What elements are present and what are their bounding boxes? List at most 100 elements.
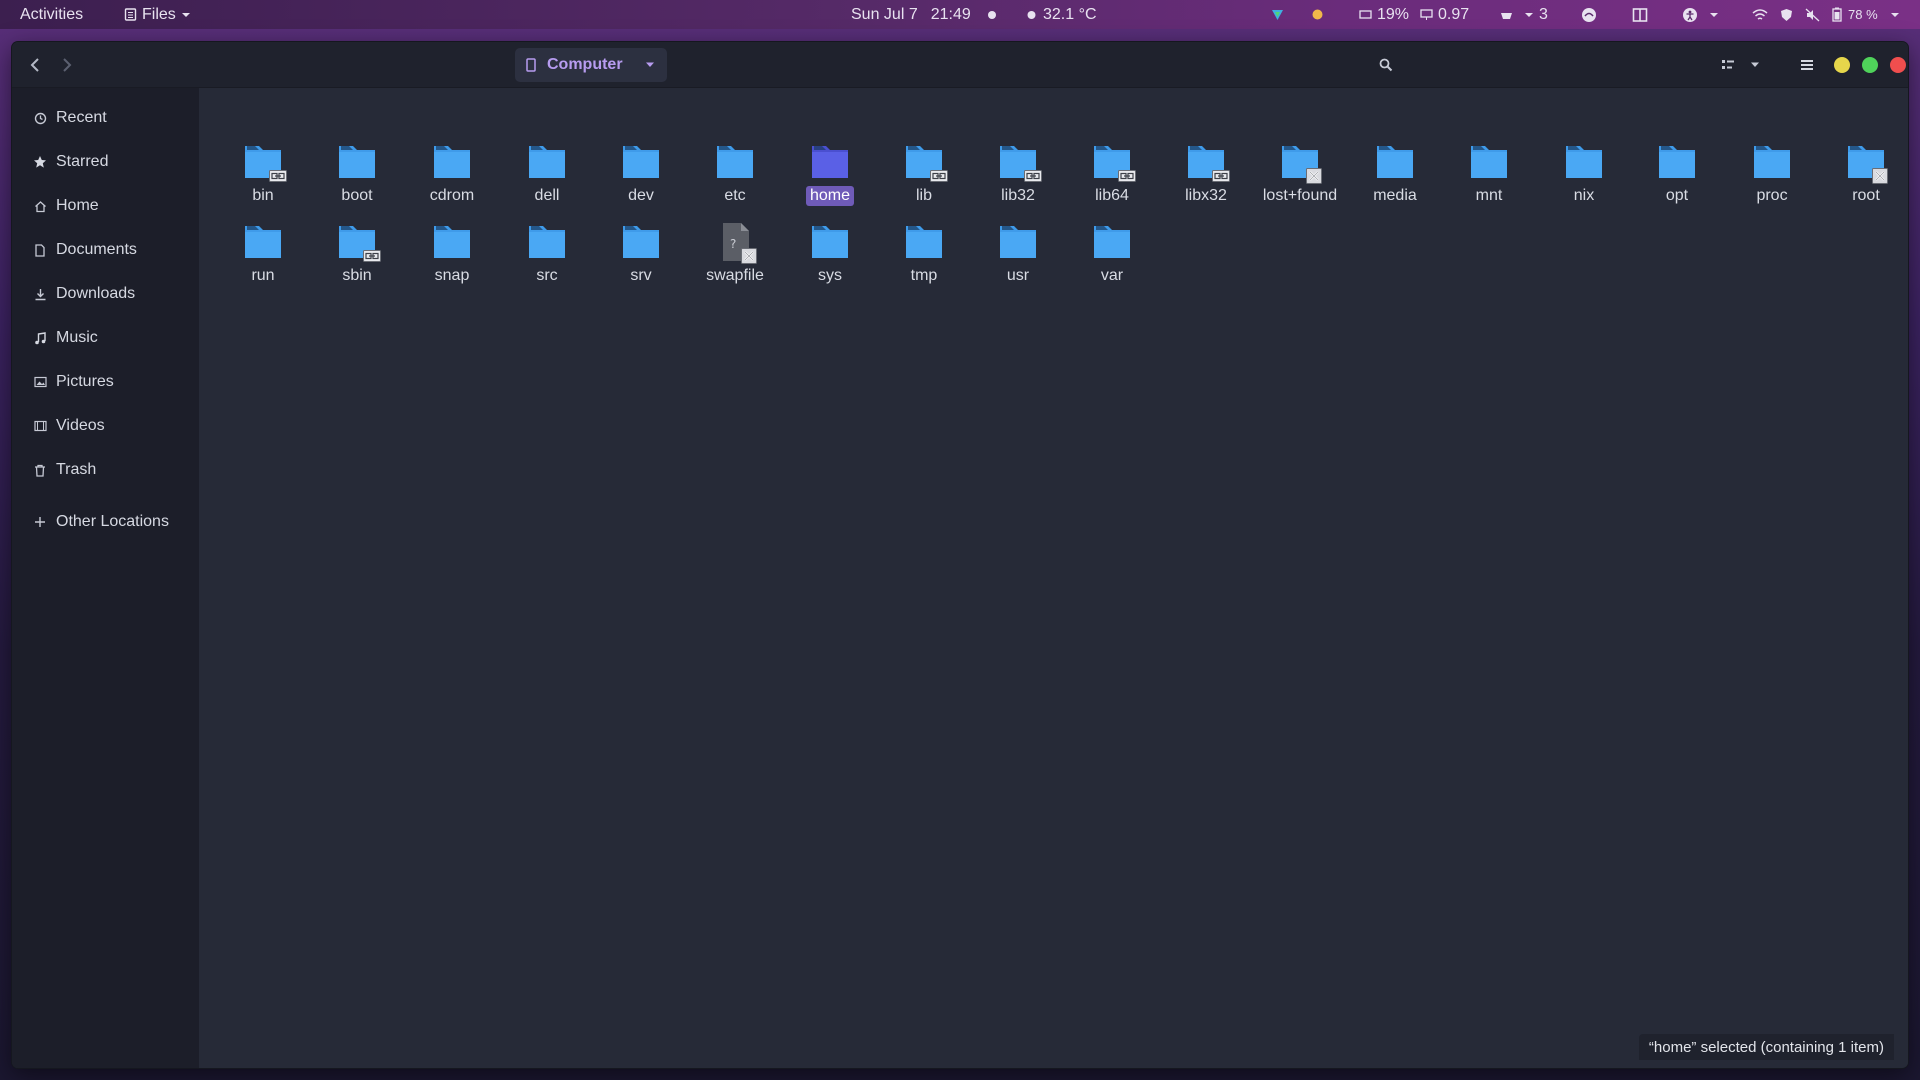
updates-indicator[interactable]: 3 (1500, 0, 1548, 29)
folder-icon (619, 220, 663, 264)
sidebar-item-label: Recent (56, 109, 107, 126)
sidebar-item-starred[interactable]: Starred (12, 144, 199, 180)
file-grid: “home” selected (containing 1 item) bin b… (199, 88, 1908, 1068)
thermometer-icon (1027, 11, 1036, 19)
folder-icon (1467, 140, 1511, 184)
file-item[interactable]: lib (877, 134, 971, 212)
file-name: lib (915, 187, 932, 204)
file-item[interactable]: cdrom (405, 134, 499, 212)
svg-text:?: ? (730, 237, 736, 251)
workspace-indicator[interactable] (1632, 0, 1648, 29)
file-name: src (536, 267, 558, 284)
back-button[interactable] (20, 50, 50, 80)
file-name: cdrom (429, 187, 475, 204)
search-button[interactable] (1371, 50, 1401, 80)
cloud-indicator[interactable] (1581, 0, 1597, 29)
file-item[interactable]: dev (594, 134, 688, 212)
file-item[interactable]: bin (216, 134, 310, 212)
clock-button[interactable]: Sun Jul 7 21:49 (851, 0, 996, 29)
file-item[interactable]: home (783, 134, 877, 212)
file-item[interactable]: run (216, 214, 310, 292)
system-monitor[interactable]: 19% 0.97 (1359, 0, 1469, 29)
accessibility-icon (1683, 7, 1697, 22)
file-name: proc (1756, 187, 1788, 204)
file-item[interactable]: sbin (310, 214, 404, 292)
sidebar-item-label: Downloads (56, 285, 136, 302)
sidebar-item-videos[interactable]: Videos (12, 408, 199, 444)
app-menu-label: Files (142, 5, 176, 23)
file-name: swapfile (706, 267, 764, 284)
file-item[interactable]: opt (1630, 134, 1724, 212)
file-item[interactable]: srv (594, 214, 688, 292)
folder-icon (241, 220, 285, 264)
file-item[interactable]: proc (1725, 134, 1819, 212)
file-item[interactable]: dell (500, 134, 594, 212)
extension-indicator[interactable] (1311, 0, 1324, 29)
file-item[interactable]: ? swapfile (688, 214, 782, 292)
file-item[interactable]: etc (688, 134, 782, 212)
monitor-icon (1420, 9, 1433, 20)
file-name: media (1373, 187, 1417, 204)
weather-indicator[interactable]: 32.1 °C (1025, 0, 1097, 29)
close-button[interactable] (1890, 57, 1906, 73)
coffee-icon (1312, 9, 1323, 20)
file-item[interactable]: src (500, 214, 594, 292)
sidebar-item-label: Other Locations (56, 513, 169, 530)
file-item[interactable]: media (1348, 134, 1442, 212)
file-name: usr (1006, 267, 1030, 284)
sidebar-item-home[interactable]: Home (12, 188, 199, 224)
sidebar-item-trash[interactable]: Trash (12, 452, 199, 488)
file-item[interactable]: sys (783, 214, 877, 292)
view-dropdown-button[interactable] (1743, 50, 1767, 80)
load-text: 0.97 (1438, 5, 1470, 23)
file-item[interactable]: lost+found (1253, 134, 1347, 212)
chevron-left-icon (30, 58, 39, 72)
system-menu[interactable]: 78 % (1752, 0, 1900, 29)
file-item[interactable]: lib64 (1065, 134, 1159, 212)
app-menu-button[interactable]: Files (124, 0, 191, 29)
accessibility-menu[interactable] (1682, 0, 1719, 29)
file-item[interactable]: nix (1537, 134, 1631, 212)
file-item[interactable]: mnt (1442, 134, 1536, 212)
forward-button[interactable] (52, 50, 82, 80)
file-item[interactable]: snap (405, 214, 499, 292)
sidebar-item-pictures[interactable]: Pictures (12, 364, 199, 400)
file-name: sbin (342, 267, 372, 284)
folder-icon (1844, 140, 1888, 184)
sidebar-item-label: Home (56, 197, 99, 214)
file-name: bin (252, 187, 274, 204)
file-item[interactable]: tmp (877, 214, 971, 292)
minimize-button[interactable] (1834, 57, 1850, 73)
clock-icon (33, 111, 47, 125)
folder-icon (1090, 140, 1136, 184)
file-name: var (1100, 267, 1124, 284)
split-window-icon (1632, 7, 1648, 22)
chevron-down-icon (1525, 12, 1533, 17)
file-item[interactable]: root (1819, 134, 1908, 212)
date-text: Sun Jul 7 (851, 5, 918, 23)
folder-icon (996, 140, 1042, 184)
view-options-button[interactable] (1714, 50, 1742, 80)
location-pathbar[interactable]: Computer (515, 48, 667, 82)
file-name: sys (818, 267, 842, 284)
file-item[interactable]: usr (971, 214, 1065, 292)
folder-icon (335, 220, 381, 264)
sidebar-item-documents[interactable]: Documents (12, 232, 199, 268)
time-text: 21:49 (930, 5, 971, 23)
file-item[interactable]: lib32 (971, 134, 1065, 212)
files-app-icon (124, 8, 137, 21)
sidebar-item-recent[interactable]: Recent (12, 100, 199, 136)
file-item[interactable]: libx32 (1159, 134, 1253, 212)
sidebar-item-music[interactable]: Music (12, 320, 199, 356)
chevron-down-icon (1890, 12, 1899, 17)
file-item[interactable]: boot (310, 134, 404, 212)
sidebar-item-downloads[interactable]: Downloads (12, 276, 199, 312)
vpn-indicator[interactable] (1271, 0, 1284, 29)
wifi-icon (1752, 8, 1768, 20)
maximize-button[interactable] (1862, 57, 1878, 73)
package-icon (1501, 13, 1512, 19)
menu-button[interactable] (1792, 50, 1822, 80)
file-item[interactable]: var (1065, 214, 1159, 292)
sidebar-item-other-locations[interactable]: Other Locations (12, 504, 199, 540)
activities-button[interactable]: Activities (20, 0, 83, 29)
